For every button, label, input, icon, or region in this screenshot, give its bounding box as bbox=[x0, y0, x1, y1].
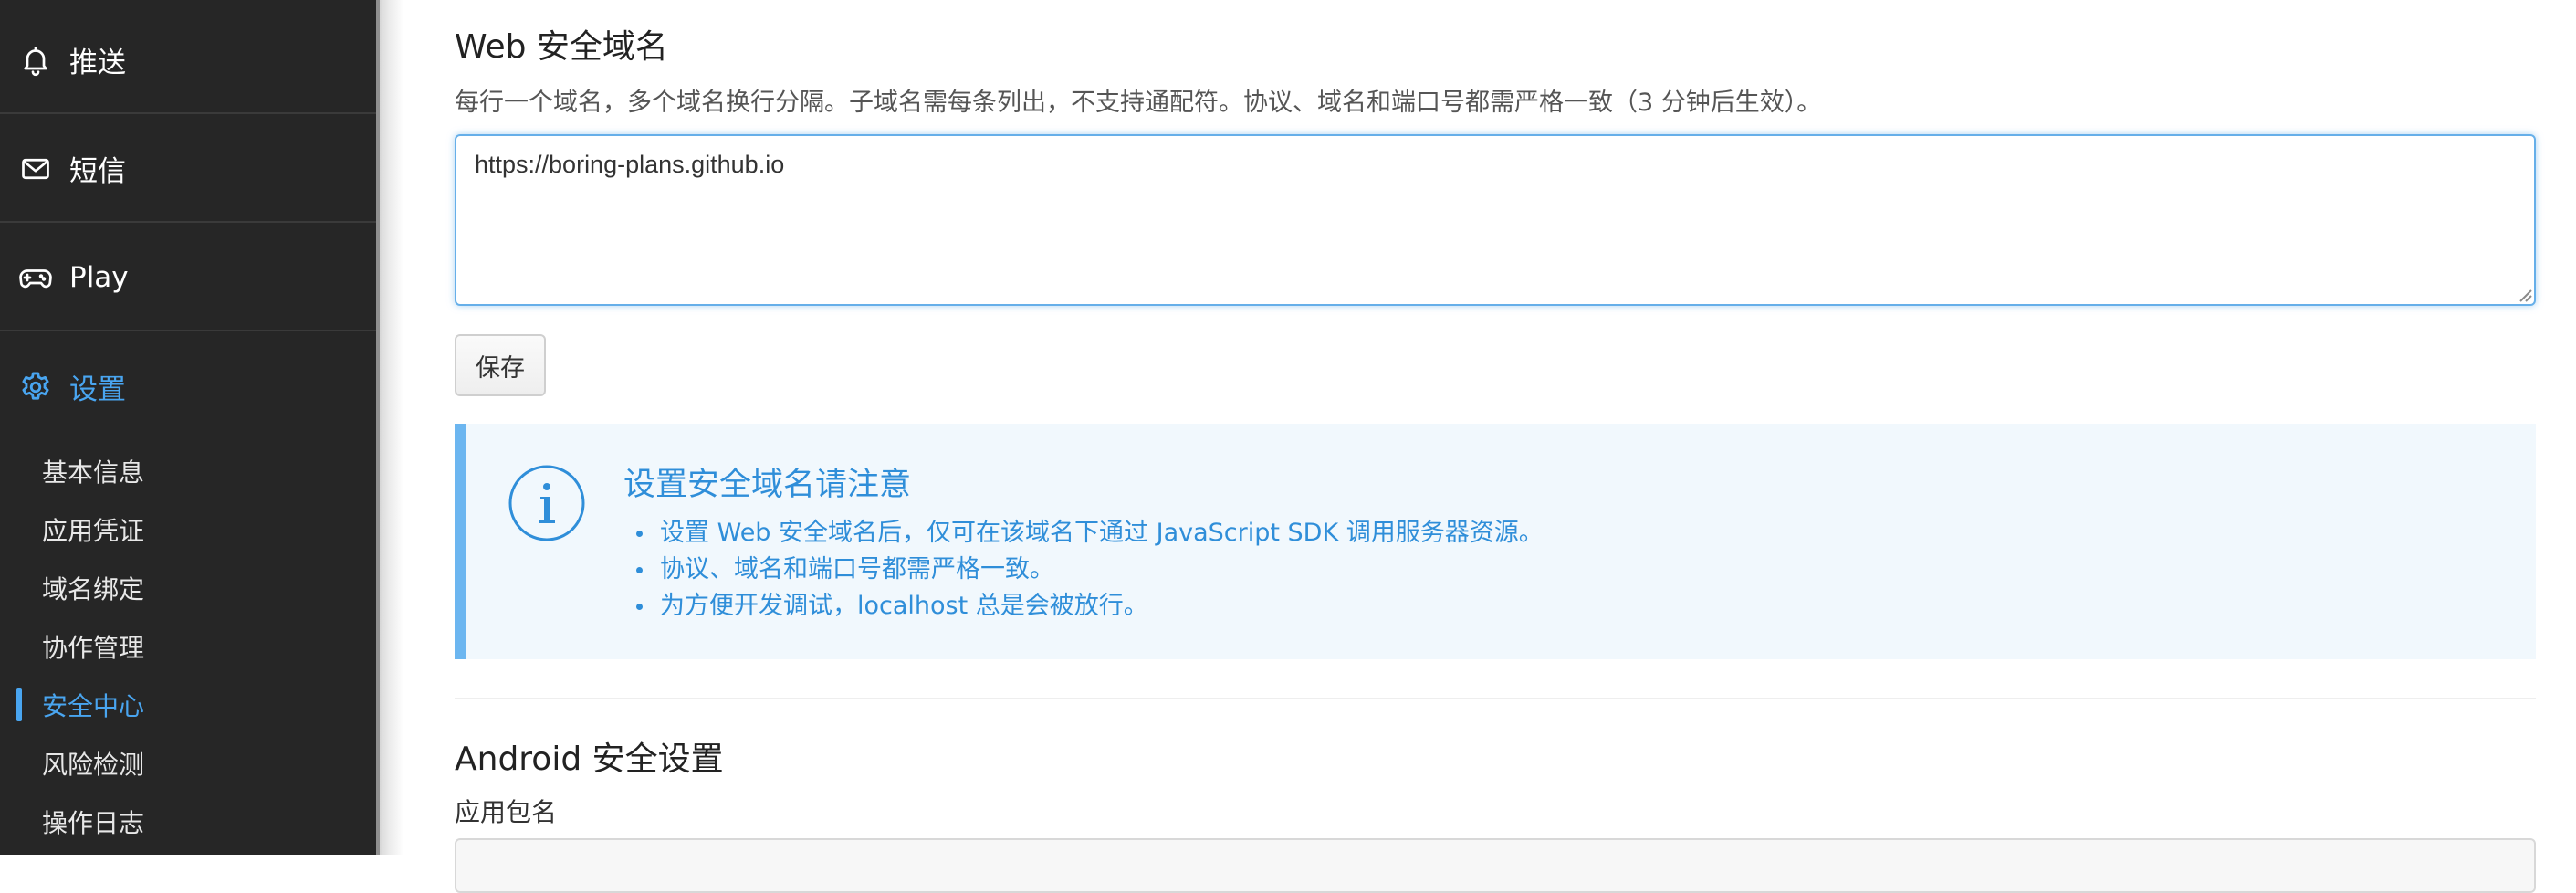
settings-item-label: 域名绑定 bbox=[42, 574, 145, 604]
web-security-title: Web 安全域名 bbox=[455, 28, 668, 66]
divider-line bbox=[376, 0, 380, 855]
section-divider bbox=[455, 698, 2536, 699]
gamepad-icon bbox=[16, 258, 55, 297]
settings-item-collaboration[interactable]: 协作管理 bbox=[0, 617, 376, 676]
settings-item-operation-log[interactable]: 操作日志 bbox=[0, 793, 376, 851]
settings-item-domain-binding[interactable]: 域名绑定 bbox=[0, 559, 376, 617]
notice-list: 设置 Web 安全域名后，仅可在该域名下通过 JavaScript SDK 调用… bbox=[623, 515, 1544, 625]
settings-item-label: 应用凭证 bbox=[42, 516, 145, 546]
sidebar: 推送 短信 Play 设置 基本信息 应用凭证 域名绑定 协作管理 安全中心 风… bbox=[0, 0, 376, 855]
gear-icon bbox=[16, 368, 55, 406]
nav-item-label: Play bbox=[69, 260, 129, 294]
settings-item-label: 风险检测 bbox=[42, 750, 145, 780]
save-button[interactable]: 保存 bbox=[455, 334, 546, 396]
settings-item-label: 基本信息 bbox=[42, 457, 145, 488]
sidebar-divider[interactable] bbox=[376, 0, 403, 855]
settings-item-security-center[interactable]: 安全中心 bbox=[0, 676, 376, 734]
notice-item: 设置 Web 安全域名后，仅可在该域名下通过 JavaScript SDK 调用… bbox=[623, 515, 1544, 552]
web-security-helper: 每行一个域名，多个域名换行分隔。子域名需每条列出，不支持通配符。协议、域名和端口… bbox=[455, 89, 1822, 117]
package-name-input[interactable] bbox=[455, 838, 2536, 893]
nav-item-play[interactable]: Play bbox=[0, 225, 376, 331]
package-name-label: 应用包名 bbox=[455, 797, 558, 827]
notice-item: 为方便开发调试，localhost 总是会被放行。 bbox=[623, 588, 1544, 625]
settings-item-risk-detection[interactable]: 风险检测 bbox=[0, 734, 376, 793]
settings-item-label: 操作日志 bbox=[42, 808, 145, 838]
bell-icon bbox=[16, 41, 55, 79]
settings-item-app-keys[interactable]: 应用凭证 bbox=[0, 500, 376, 559]
info-circle-icon bbox=[508, 465, 585, 541]
nav-item-settings[interactable]: 设置 bbox=[0, 333, 376, 440]
nav-item-label: 推送 bbox=[69, 47, 126, 79]
nav-item-sms[interactable]: 短信 bbox=[0, 116, 376, 223]
nav-item-push[interactable]: 推送 bbox=[0, 7, 376, 114]
settings-item-label: 协作管理 bbox=[42, 633, 145, 663]
settings-item-label: 安全中心 bbox=[42, 691, 145, 721]
notice-title: 设置安全域名请注意 bbox=[623, 467, 912, 503]
notice-item: 协议、域名和端口号都需严格一致。 bbox=[623, 552, 1544, 588]
security-notice: 设置安全域名请注意 设置 Web 安全域名后，仅可在该域名下通过 JavaScr… bbox=[455, 424, 2536, 659]
resize-grip-icon[interactable] bbox=[2516, 286, 2532, 302]
web-domains-textarea[interactable]: https://boring-plans.github.io bbox=[455, 134, 2536, 306]
android-security-title: Android 安全设置 bbox=[455, 741, 724, 778]
settings-item-basic-info[interactable]: 基本信息 bbox=[0, 442, 376, 500]
nav-item-label: 短信 bbox=[69, 155, 126, 188]
active-indicator bbox=[16, 688, 22, 721]
envelope-icon bbox=[16, 150, 55, 188]
nav-item-label: 设置 bbox=[69, 373, 126, 406]
main-content: Web 安全域名 每行一个域名，多个域名换行分隔。子域名需每条列出，不支持通配符… bbox=[455, 0, 2536, 893]
